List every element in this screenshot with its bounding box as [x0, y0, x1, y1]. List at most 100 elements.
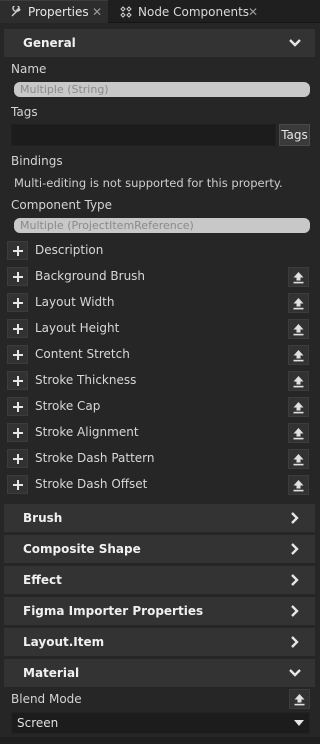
reset-property-button[interactable]	[288, 319, 309, 339]
property-row: Stroke Cap	[4, 394, 315, 420]
section-label: Layout.Item	[23, 635, 105, 649]
section-header[interactable]: Layout.Item	[4, 628, 315, 656]
plus-icon	[12, 245, 23, 256]
blend-mode-label: Blend Mode	[11, 692, 82, 706]
component-type-label: Component Type	[11, 198, 113, 212]
blend-mode-reset-button[interactable]	[289, 689, 310, 709]
reset-icon	[293, 427, 304, 439]
blend-mode-value: Screen	[17, 716, 59, 730]
chevron-right-icon	[291, 636, 299, 648]
reset-icon	[293, 297, 304, 309]
reset-property-button[interactable]	[288, 267, 309, 287]
add-property-button[interactable]	[7, 319, 28, 338]
property-row: Layout Width	[4, 290, 315, 316]
plus-icon	[12, 427, 23, 438]
section-header[interactable]: Figma Importer Properties	[4, 597, 315, 625]
reset-icon	[293, 271, 304, 283]
add-property-button[interactable]	[7, 475, 28, 494]
section-header[interactable]: Effect	[4, 566, 315, 594]
section-general[interactable]: General	[4, 29, 315, 57]
plus-icon	[12, 271, 23, 282]
chevron-right-icon	[291, 605, 299, 617]
add-property-button[interactable]	[7, 345, 28, 364]
reset-icon	[294, 693, 305, 705]
property-label: Stroke Dash Pattern	[35, 451, 155, 465]
property-row: Stroke Dash Offset	[4, 472, 315, 498]
components-icon	[118, 4, 134, 20]
property-row: Background Brush	[4, 264, 315, 290]
section-header[interactable]: Brush	[4, 504, 315, 532]
reset-property-button[interactable]	[288, 449, 309, 469]
plus-icon	[12, 297, 23, 308]
chevron-down-icon	[289, 39, 301, 47]
section-label: Effect	[23, 573, 62, 587]
property-label: Layout Height	[35, 321, 120, 335]
plus-icon	[12, 453, 23, 464]
chevron-down-icon	[294, 720, 304, 726]
plus-icon	[12, 323, 23, 334]
add-property-button[interactable]	[7, 241, 28, 260]
tags-label: Tags	[11, 105, 38, 119]
property-label: Background Brush	[35, 269, 146, 283]
reset-icon	[293, 349, 304, 361]
property-label: Stroke Thickness	[35, 373, 137, 387]
reset-property-button[interactable]	[288, 345, 309, 365]
blend-mode-dropdown[interactable]: Screen	[11, 712, 310, 734]
property-row: Stroke Thickness	[4, 368, 315, 394]
property-row: Description	[4, 238, 315, 264]
wrench-icon	[8, 4, 24, 20]
reset-property-button[interactable]	[288, 475, 309, 495]
tab-node-components[interactable]: Node Components ✕	[110, 0, 260, 23]
property-label: Stroke Cap	[35, 399, 101, 413]
reset-property-button[interactable]	[288, 397, 309, 417]
property-row: Content Stretch	[4, 342, 315, 368]
reset-icon	[293, 323, 304, 335]
tags-button[interactable]: Tags	[279, 124, 310, 146]
property-label: Description	[35, 243, 104, 257]
reset-icon	[293, 375, 304, 387]
bindings-note: Multi-editing is not supported for this …	[14, 176, 283, 190]
reset-property-button[interactable]	[288, 293, 309, 313]
close-icon[interactable]: ✕	[92, 5, 102, 19]
plus-icon	[12, 349, 23, 360]
section-general-label: General	[23, 36, 76, 50]
property-row: Stroke Alignment	[4, 420, 315, 446]
name-label: Name	[11, 62, 47, 76]
add-property-button[interactable]	[7, 267, 28, 286]
add-property-button[interactable]	[7, 293, 28, 312]
section-header[interactable]: Material	[4, 659, 315, 687]
property-label: Content Stretch	[35, 347, 130, 361]
name-field[interactable]: Multiple (String)	[14, 82, 310, 97]
component-type-field[interactable]: Multiple (ProjectItemReference)	[14, 218, 310, 233]
plus-icon	[12, 401, 23, 412]
reset-icon	[293, 401, 304, 413]
property-label: Stroke Dash Offset	[35, 477, 148, 491]
add-property-button[interactable]	[7, 449, 28, 468]
section-header[interactable]: Composite Shape	[4, 535, 315, 563]
property-row: Stroke Dash Pattern	[4, 446, 315, 472]
section-label: Figma Importer Properties	[23, 604, 204, 618]
tab-node-components-label: Node Components	[138, 4, 250, 19]
section-label: Material	[23, 666, 80, 680]
bindings-label: Bindings	[11, 154, 63, 168]
property-row: Layout Height	[4, 316, 315, 342]
chevron-right-icon	[291, 574, 299, 586]
section-label: Composite Shape	[23, 542, 141, 556]
chevron-right-icon	[291, 512, 299, 524]
close-icon[interactable]: ✕	[248, 5, 258, 19]
reset-icon	[293, 479, 304, 491]
reset-property-button[interactable]	[288, 371, 309, 391]
reset-property-button[interactable]	[288, 423, 309, 443]
tab-properties-label: Properties	[28, 5, 89, 19]
add-property-button[interactable]	[7, 397, 28, 416]
plus-icon	[12, 375, 23, 386]
bottom-strip	[0, 737, 320, 744]
reset-icon	[293, 453, 304, 465]
section-label: Brush	[23, 511, 63, 525]
add-property-button[interactable]	[7, 423, 28, 442]
property-label: Stroke Alignment	[35, 425, 139, 439]
chevron-down-icon	[289, 669, 301, 677]
add-property-button[interactable]	[7, 371, 28, 390]
tab-properties[interactable]: Properties ✕	[0, 0, 108, 23]
tags-input[interactable]	[11, 124, 276, 146]
